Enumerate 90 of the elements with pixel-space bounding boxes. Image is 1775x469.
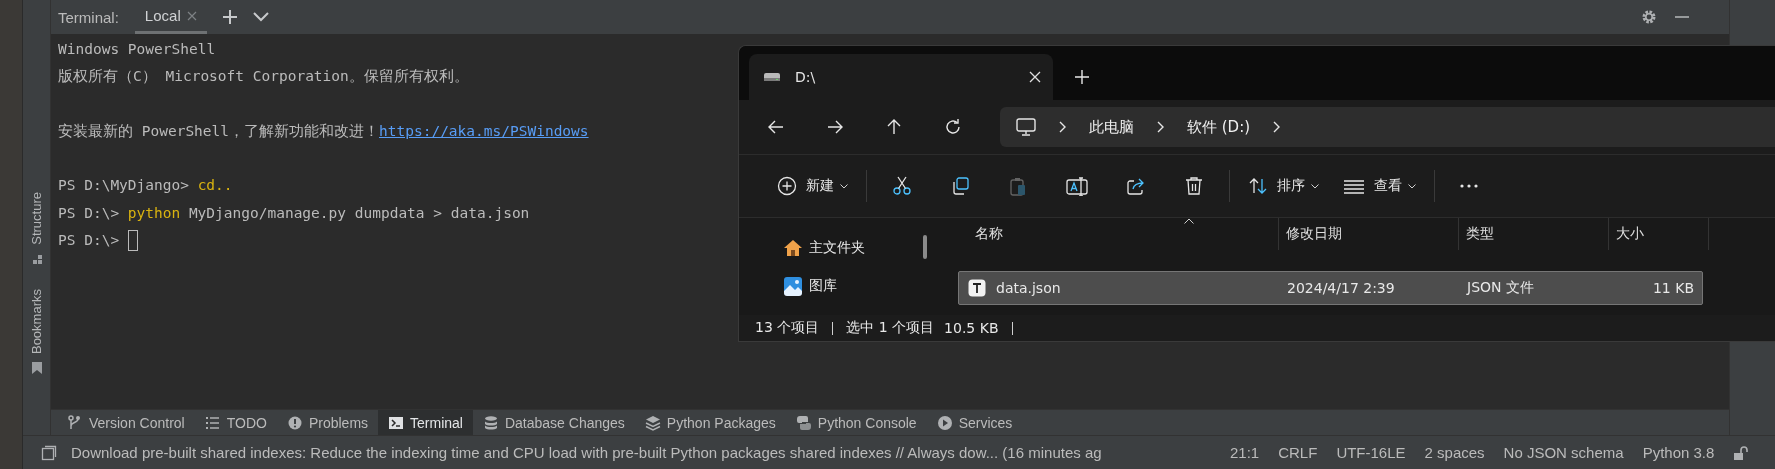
- tool-window-tab[interactable]: Problems: [276, 410, 379, 435]
- selection-info: 选中 1 个项目: [846, 319, 935, 337]
- play-icon: [936, 414, 953, 431]
- panel-toggle-icon[interactable]: [41, 444, 57, 461]
- database-icon: [482, 414, 499, 431]
- tool-window-tab[interactable]: Services: [926, 410, 1023, 435]
- status-item[interactable]: 21:1: [1230, 444, 1260, 461]
- command-keyword: cd..: [197, 176, 233, 196]
- forward-arrow-icon[interactable]: [826, 118, 844, 136]
- tool-window-tab[interactable]: TODO: [194, 410, 277, 435]
- settings-icon[interactable]: [1641, 9, 1657, 25]
- chevron-right-icon[interactable]: [1156, 121, 1165, 133]
- file-name: data.json: [996, 280, 1061, 296]
- copy-icon: [950, 176, 970, 196]
- lock-icon[interactable]: [1732, 444, 1749, 461]
- up-arrow-icon[interactable]: [885, 118, 903, 136]
- breadcrumb-item[interactable]: 软件 (D:): [1187, 117, 1251, 137]
- breadcrumb-item[interactable]: 此电脑: [1089, 117, 1134, 137]
- list-icon: [204, 414, 221, 431]
- back-arrow-icon[interactable]: [767, 118, 785, 136]
- drive-icon: [763, 71, 781, 83]
- sort-indicator-icon: [1184, 218, 1194, 224]
- selection-size: 10.5 KB: [944, 320, 999, 336]
- terminal-link[interactable]: https://aka.ms/PSWindows: [379, 117, 589, 146]
- column-header[interactable]: 修改日期: [1279, 218, 1459, 250]
- tool-window-button[interactable]: Structure: [28, 192, 45, 267]
- caret-icon: [1408, 183, 1416, 189]
- status-item[interactable]: Python 3.8: [1642, 444, 1715, 461]
- navigation-item[interactable]: 主文件夹: [739, 236, 935, 260]
- terminal-text: Windows PowerShell: [58, 40, 216, 59]
- explorer-tab[interactable]: D:\: [749, 54, 1053, 100]
- command-button[interactable]: 新建: [765, 166, 860, 206]
- command-keyword: python: [127, 203, 181, 223]
- trash-icon: [1184, 176, 1204, 196]
- caret-icon: [1311, 183, 1319, 189]
- navigation-item[interactable]: 图库: [739, 274, 935, 298]
- status-message[interactable]: Download pre-built shared indexes: Reduce the indexing time and CPU load with pre-built Python packages shared indexes // Always dow... (16 minutes ag: [71, 444, 1102, 461]
- file-row[interactable]: data.json 2024/4/17 2:39 JSON 文件 11 KB: [958, 271, 1703, 305]
- tool-window-tab[interactable]: Python Packages: [634, 410, 786, 435]
- plus-icon[interactable]: [222, 10, 237, 24]
- scrollbar-thumb[interactable]: [923, 235, 927, 259]
- tool-window-button[interactable]: Bookmarks: [28, 288, 45, 376]
- scissors-icon: [892, 176, 912, 196]
- tool-window-tab[interactable]: Terminal: [378, 410, 473, 435]
- terminal-text: 版权所有（C） Microsoft Corporation。保留所有权利。: [58, 67, 469, 87]
- monitor-icon: [1016, 118, 1036, 136]
- status-item[interactable]: UTF-16LE: [1336, 444, 1406, 461]
- status-item[interactable]: No JSON schema: [1503, 444, 1624, 461]
- home-icon: [783, 238, 803, 258]
- layers-icon: [644, 414, 661, 431]
- command-button[interactable]: 查看: [1331, 166, 1428, 206]
- terminal-text: PS D:\>: [58, 203, 120, 223]
- terminal-text: PS D:\>: [58, 231, 120, 251]
- chevron-right-icon[interactable]: [1272, 121, 1282, 133]
- python-icon: [795, 414, 812, 431]
- tool-window-tab[interactable]: Version Control: [57, 410, 195, 435]
- tool-window-tab[interactable]: Python Console: [785, 410, 927, 435]
- clipboard-icon: [1008, 176, 1028, 196]
- status-item[interactable]: CRLF: [1278, 444, 1318, 461]
- status-item[interactable]: 2 spaces: [1424, 444, 1485, 461]
- item-count: 13 个项目: [755, 319, 820, 337]
- photo-icon: [783, 276, 803, 296]
- session-tab[interactable]: Local: [134, 0, 207, 34]
- column-header[interactable]: 类型: [1459, 218, 1609, 250]
- chevron-down-icon[interactable]: [252, 12, 269, 22]
- table-cell-text: 2024/4/17 2:39: [1286, 280, 1396, 296]
- terminal-text: PS D:\MyDjango>: [58, 176, 189, 196]
- plus-icon[interactable]: [1075, 70, 1089, 84]
- exclamation-icon: [286, 414, 303, 431]
- table-cell-text: 11 KB: [1651, 280, 1695, 296]
- share-icon: [1126, 176, 1146, 196]
- terminal-icon: [388, 414, 405, 431]
- address-bar[interactable]: 此电脑 软件 (D:): [1000, 107, 1775, 147]
- sort-arrows-icon: [1248, 176, 1268, 196]
- column-header[interactable]: 名称: [935, 218, 1279, 250]
- terminal-text: MyDjango/manage.py dumpdata > data.json: [188, 203, 530, 223]
- branch-icon: [67, 414, 83, 431]
- command-button[interactable]: 排序: [1236, 166, 1331, 206]
- tool-window-tab[interactable]: Database Changes: [472, 410, 635, 435]
- text-box-icon: [1066, 176, 1088, 196]
- table-cell-text: JSON 文件: [1465, 279, 1535, 297]
- caret-icon: [840, 183, 848, 189]
- terminal-text: 安装最新的 PowerShell，了解新功能和改进！: [58, 121, 380, 141]
- text-file-icon: [968, 279, 986, 297]
- refresh-icon[interactable]: [944, 118, 962, 136]
- plus-circle-icon: [777, 176, 797, 196]
- more-icon: [1460, 184, 1478, 188]
- chevron-right-icon[interactable]: [1058, 121, 1067, 133]
- column-header[interactable]: 大小: [1609, 218, 1709, 250]
- panel-title: Terminal:: [58, 8, 119, 26]
